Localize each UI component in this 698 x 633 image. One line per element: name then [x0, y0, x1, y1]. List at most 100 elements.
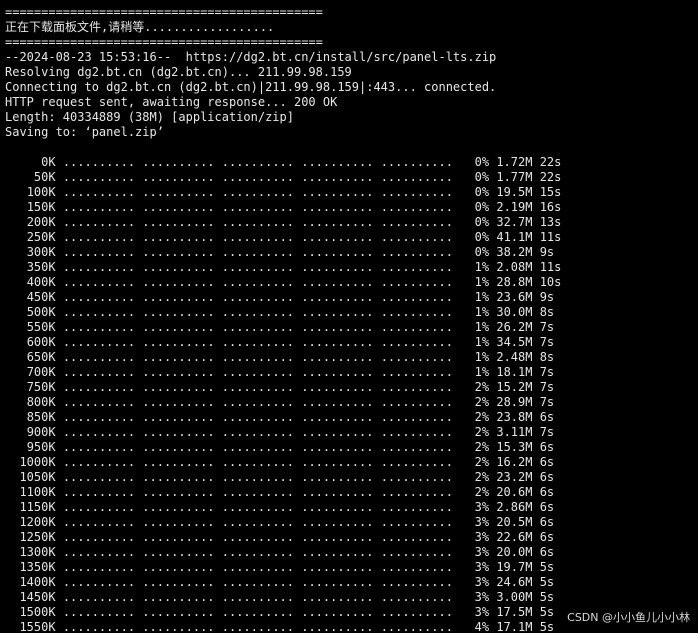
progress-row: 250K .......... .......... .......... ..… — [5, 230, 698, 245]
column-padding — [5, 455, 19, 469]
progress-speed: 20.6M — [496, 485, 533, 499]
progress-dots: .......... .......... .......... .......… — [62, 455, 453, 469]
progress-offset: 1000K — [19, 455, 56, 469]
progress-speed: 20.5M — [496, 515, 533, 529]
progress-offset: 1400K — [19, 575, 56, 589]
progress-speed: 19.5M — [496, 185, 533, 199]
progress-dots: .......... .......... .......... .......… — [62, 590, 453, 604]
progress-row: 800K .......... .......... .......... ..… — [5, 395, 698, 410]
progress-offset: 850K — [26, 410, 56, 424]
progress-dots: .......... .......... .......... .......… — [62, 290, 453, 304]
progress-dots: .......... .......... .......... .......… — [62, 560, 453, 574]
progress-speed: 34.5M — [496, 335, 533, 349]
progress-row: 1300K .......... .......... .......... .… — [5, 545, 698, 560]
column-padding — [5, 305, 27, 319]
progress-offset: 1050K — [19, 470, 56, 484]
progress-offset: 1550K — [19, 620, 56, 633]
progress-dots: .......... .......... .......... .......… — [62, 485, 453, 499]
column-padding — [5, 215, 27, 229]
progress-dots: .......... .......... .......... .......… — [62, 575, 453, 589]
progress-offset: 1100K — [19, 485, 56, 499]
progress-percent: 1% — [474, 335, 490, 349]
progress-percent: 3% — [474, 605, 490, 619]
progress-percent: 3% — [474, 575, 490, 589]
progress-eta: 10s — [539, 275, 562, 289]
progress-row: 1100K .......... .......... .......... .… — [5, 485, 698, 500]
progress-offset: 200K — [26, 215, 56, 229]
progress-offset: 250K — [26, 230, 56, 244]
column-padding — [5, 575, 19, 589]
wget-start-line: --2024-08-23 15:53:16-- https://dg2.bt.c… — [5, 50, 497, 64]
progress-speed: 26.2M — [496, 320, 533, 334]
progress-speed: 18.1M — [496, 365, 533, 379]
progress-eta: 13s — [539, 215, 562, 229]
column-padding — [5, 380, 27, 394]
progress-offset: 300K — [26, 245, 56, 259]
column-padding — [5, 530, 19, 544]
progress-row: 1450K .......... .......... .......... .… — [5, 590, 698, 605]
progress-dots: .......... .......... .......... .......… — [62, 305, 453, 319]
progress-eta: 7s — [539, 395, 555, 409]
column-padding — [5, 425, 27, 439]
progress-percent: 1% — [474, 320, 490, 334]
progress-percent: 2% — [474, 395, 490, 409]
progress-speed: 2.86M — [496, 500, 533, 514]
wget-http-status-line: HTTP request sent, awaiting response... … — [5, 95, 338, 109]
progress-offset: 400K — [26, 275, 56, 289]
progress-dots: .......... .......... .......... .......… — [62, 335, 453, 349]
progress-speed: 17.5M — [496, 605, 533, 619]
column-padding — [5, 200, 27, 214]
progress-speed: 38.2M — [496, 245, 533, 259]
progress-row: 1200K .......... .......... .......... .… — [5, 515, 698, 530]
progress-eta: 5s — [539, 590, 555, 604]
progress-dots: .......... .......... .......... .......… — [62, 425, 453, 439]
progress-percent: 1% — [474, 290, 490, 304]
progress-eta: 22s — [539, 155, 562, 169]
column-padding — [5, 605, 19, 619]
progress-eta: 7s — [539, 365, 555, 379]
progress-percent: 1% — [474, 365, 490, 379]
progress-eta: 5s — [539, 620, 555, 633]
progress-offset: 650K — [26, 350, 56, 364]
column-padding — [5, 275, 27, 289]
progress-speed: 16.2M — [496, 455, 533, 469]
column-padding — [5, 260, 27, 274]
progress-offset: 1150K — [19, 500, 56, 514]
progress-row: 500K .......... .......... .......... ..… — [5, 305, 698, 320]
progress-offset: 1300K — [19, 545, 56, 559]
separator-rule: ========================================… — [5, 35, 323, 49]
progress-speed: 28.8M — [496, 275, 533, 289]
progress-row: 450K .......... .......... .......... ..… — [5, 290, 698, 305]
progress-row: 200K .......... .......... .......... ..… — [5, 215, 698, 230]
progress-row: 650K .......... .......... .......... ..… — [5, 350, 698, 365]
progress-speed: 28.9M — [496, 395, 533, 409]
progress-dots: .......... .......... .......... .......… — [62, 605, 453, 619]
progress-eta: 7s — [539, 425, 555, 439]
progress-percent: 0% — [474, 170, 490, 184]
terminal-window[interactable]: ========================================… — [0, 0, 698, 633]
progress-speed: 20.0M — [496, 545, 533, 559]
progress-row: 100K .......... .......... .......... ..… — [5, 185, 698, 200]
progress-eta: 7s — [539, 320, 555, 334]
progress-row: 850K .......... .......... .......... ..… — [5, 410, 698, 425]
progress-speed: 24.6M — [496, 575, 533, 589]
column-padding — [5, 560, 19, 574]
progress-dots: .......... .......... .......... .......… — [62, 260, 453, 274]
progress-offset: 500K — [26, 305, 56, 319]
progress-dots: .......... .......... .......... .......… — [62, 365, 453, 379]
progress-eta: 7s — [539, 380, 555, 394]
progress-percent: 2% — [474, 410, 490, 424]
progress-dots: .......... .......... .......... .......… — [62, 500, 453, 514]
progress-dots: .......... .......... .......... .......… — [62, 245, 453, 259]
progress-offset: 1350K — [19, 560, 56, 574]
progress-eta: 9s — [539, 290, 555, 304]
column-padding — [5, 545, 19, 559]
progress-percent: 3% — [474, 530, 490, 544]
progress-eta: 11s — [539, 260, 562, 274]
progress-offset: 350K — [26, 260, 56, 274]
column-padding — [5, 410, 27, 424]
column-padding — [5, 365, 27, 379]
progress-row: 950K .......... .......... .......... ..… — [5, 440, 698, 455]
progress-dots: .......... .......... .......... .......… — [62, 380, 453, 394]
download-message: 正在下载面板文件,请稍等.................. — [5, 20, 275, 34]
